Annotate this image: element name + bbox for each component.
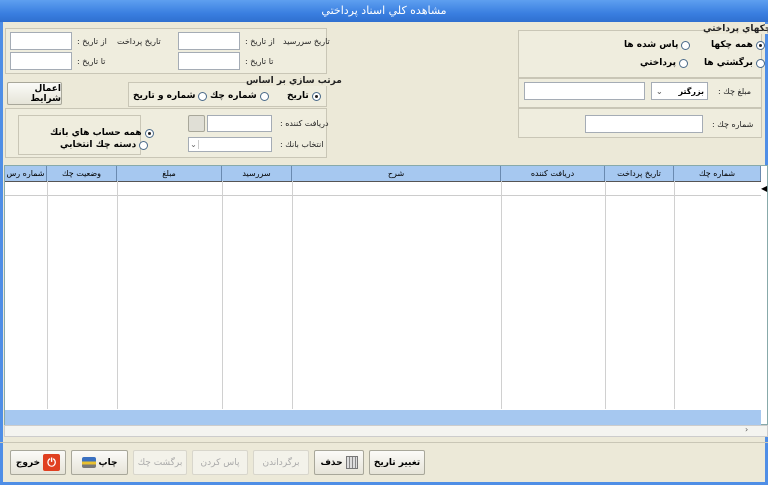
pay-to-label: تا تاريخ : [77,57,106,66]
column-header[interactable]: تاريخ پرداخت [605,166,674,181]
check-type-title: چكهاي پرداختي [703,24,768,34]
title-bar: مشاهده كلي اسناد پرداختي [0,0,768,22]
due-from-label: از تاريخ : [245,37,275,46]
pay-from-label: از تاريخ : [77,37,107,46]
radio-bounced[interactable]: برگشتي ها [704,58,765,68]
pay-date-label: تاريخ پرداخت [117,37,161,46]
bank-label: انتخاب بانك : [280,140,324,149]
check-number-input[interactable] [585,115,703,133]
bank-select[interactable]: ⌄ [188,137,272,152]
revert-button[interactable]: برگرداندن [253,450,309,475]
amount-operator-select[interactable]: بزرگتر ⌄ [651,82,708,100]
due-to-label: تا تاريخ : [245,57,274,66]
radio-all-checks[interactable]: همه چكها [711,40,765,50]
sort-radio-date[interactable]: تاريخ [287,91,321,101]
column-header[interactable]: دريافت كننده [501,166,605,181]
apply-conditions-button[interactable]: اعمال شرايط [7,82,62,105]
column-header[interactable]: شماره چك [674,166,761,181]
checks-table[interactable]: شماره چك تاريخ پرداخت دريافت كننده شرح س… [4,165,768,425]
horizontal-scrollbar[interactable]: › [4,425,768,437]
print-button[interactable]: چاپ [71,450,128,475]
pass-button[interactable]: پاس كردن [192,450,248,475]
amount-label: مبلغ چك : [718,87,752,96]
scroll-right-icon[interactable]: › [745,425,748,434]
window-title: مشاهده كلي اسناد پرداختي [321,4,447,17]
radio-selected-checkbook[interactable]: دسته چك انتخابي [60,140,149,150]
check-type-group [518,30,762,78]
radio-paid[interactable]: پرداختي [640,58,688,68]
column-header[interactable]: شماره رس [5,166,47,181]
due-date-label: تاريخ سررسيد [283,37,330,46]
due-to-input[interactable] [178,52,240,70]
apply-label: اعمال شرايط [30,83,61,104]
pay-from-input[interactable] [10,32,72,50]
bounce-check-button[interactable]: برگشت چك [133,450,187,475]
check-number-label: شماره چك : [712,120,754,129]
pay-to-input[interactable] [10,52,72,70]
chevron-down-icon: ⌄ [189,140,199,149]
column-header[interactable]: مبلغ [117,166,222,181]
receiver-label: دريافت كننده : [280,119,329,128]
radio-all-accounts[interactable]: همه حساب هاي بانك [50,128,154,138]
due-from-input[interactable] [178,32,240,50]
trash-icon [345,456,358,469]
sort-title: مرتب سازي بر اساس [246,76,342,86]
delete-button[interactable]: حذف [314,450,364,475]
column-header[interactable]: شرح [292,166,501,181]
change-date-button[interactable]: تغيير تاريخ [369,450,425,475]
sort-radio-number-date[interactable]: شماره و تاريخ [133,91,208,101]
column-header[interactable]: سررسيد [222,166,292,181]
printer-icon [81,457,96,468]
column-header[interactable]: وضعيت چك [47,166,117,181]
receiver-input[interactable] [207,115,272,132]
receiver-lookup-button[interactable] [188,115,205,132]
amount-input[interactable] [524,82,645,100]
sort-radio-check-number[interactable]: شماره چك [210,91,269,101]
chevron-down-icon: ⌄ [656,86,663,96]
row-indicator-icon: ◀ [761,184,768,193]
power-icon: ⏻ [43,454,61,471]
totals-row [5,410,761,425]
exit-button[interactable]: ⏻ خروج [10,450,66,475]
radio-passed[interactable]: پاس شده ها [624,40,691,50]
